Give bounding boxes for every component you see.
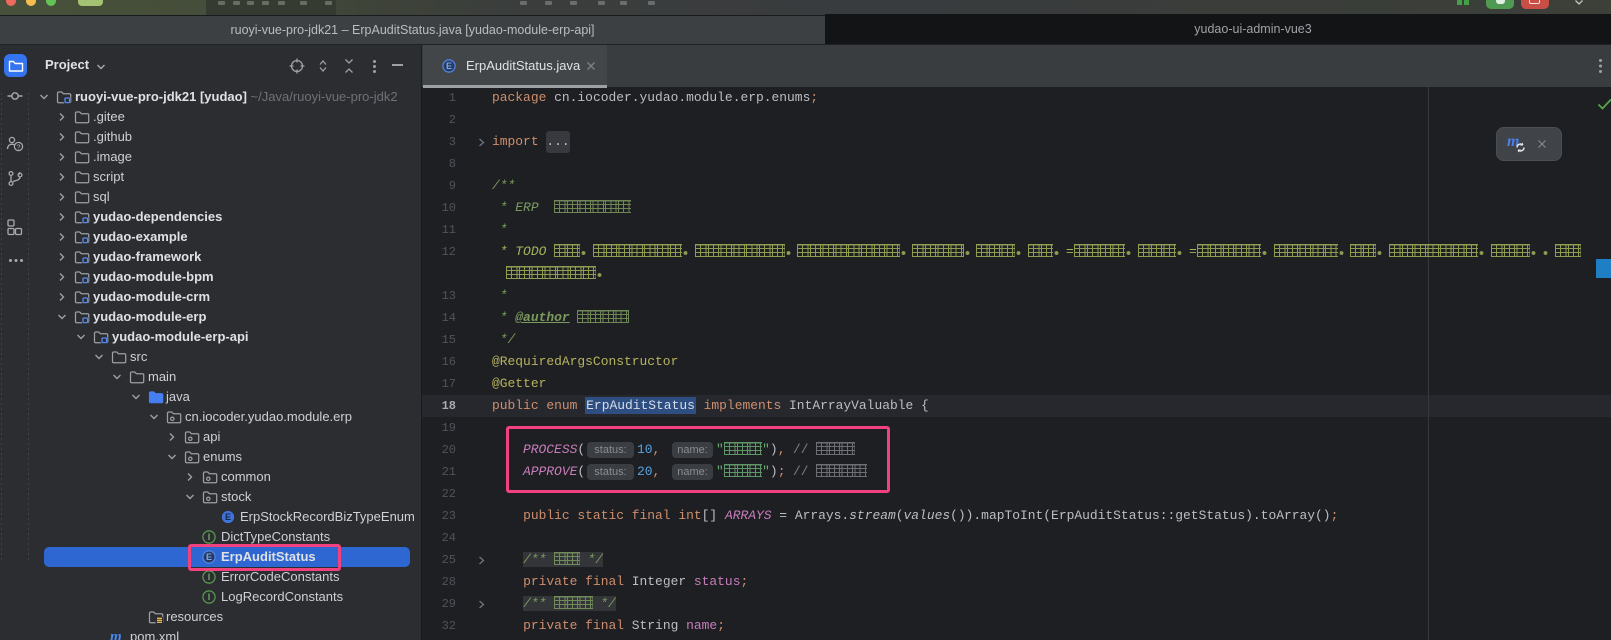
svg-text:I: I: [208, 532, 211, 542]
svg-text:E: E: [225, 512, 231, 522]
svg-text:E: E: [446, 61, 452, 71]
svg-text:I: I: [208, 592, 211, 602]
svg-text:I: I: [208, 572, 211, 582]
svg-text:?: ?: [16, 142, 20, 151]
